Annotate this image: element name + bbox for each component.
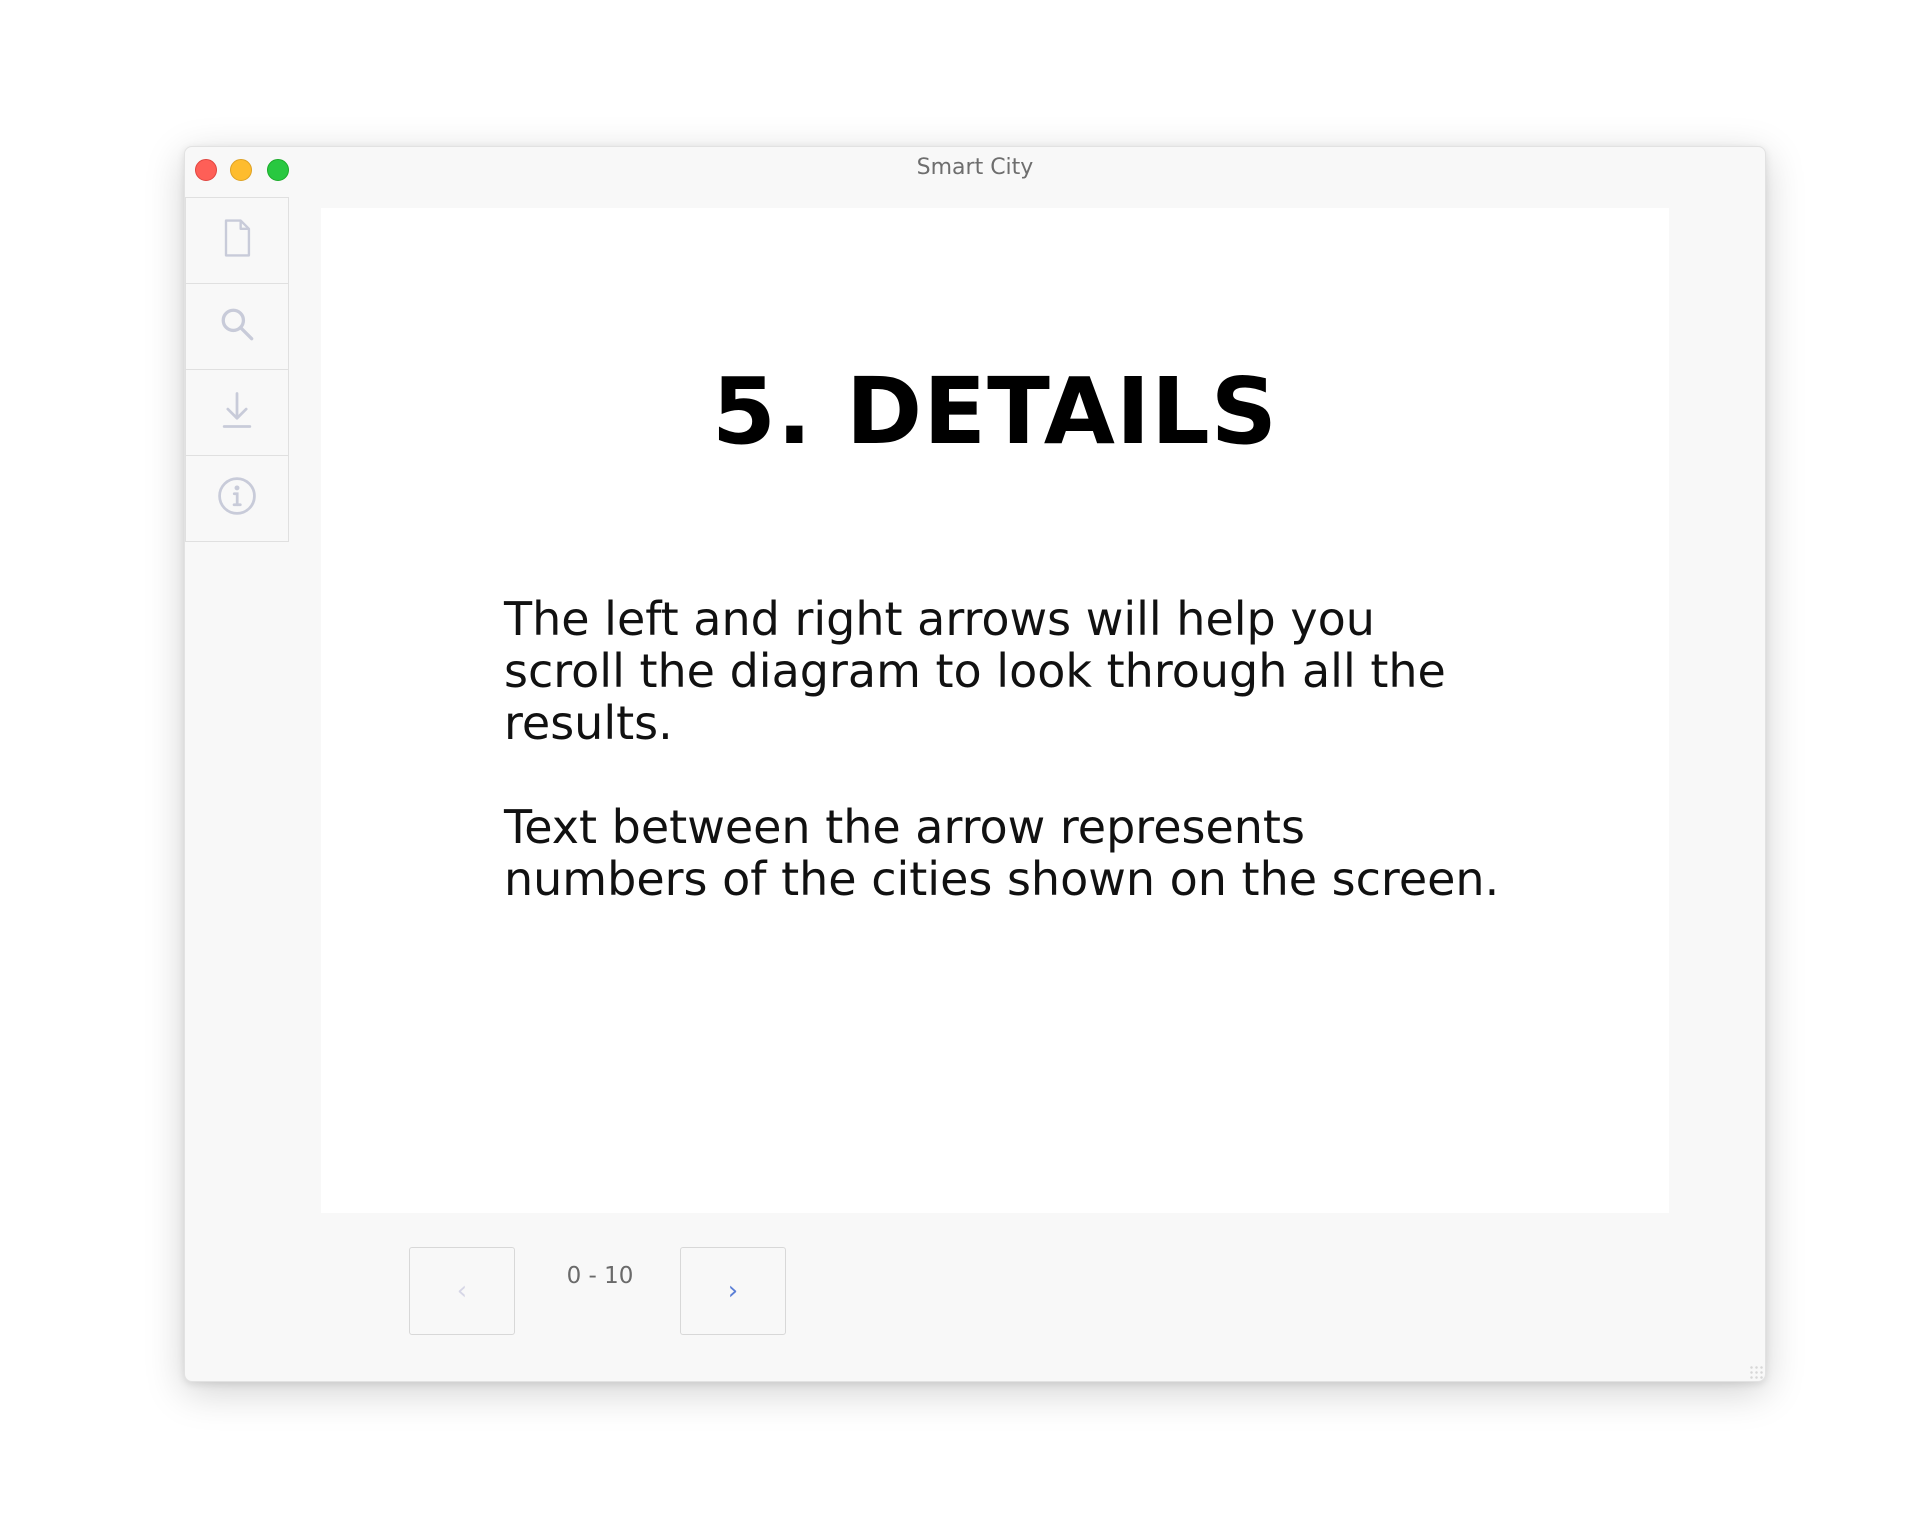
- chevron-left-icon: ‹: [456, 1276, 468, 1306]
- download-icon: [215, 388, 259, 437]
- slide-title: 5. DETAILS: [711, 358, 1279, 465]
- sidebar-item-download[interactable]: [185, 369, 289, 456]
- slide-body: The left and right arrows will help you …: [504, 593, 1504, 957]
- resize-grip[interactable]: [1749, 1365, 1763, 1379]
- previous-button[interactable]: ‹: [409, 1247, 515, 1335]
- window-title: Smart City: [916, 155, 1034, 180]
- app-window: Smart City 5. DETAILS The left and right…: [184, 146, 1766, 1382]
- slide-paragraph: Text between the arrow represents number…: [504, 800, 1500, 906]
- title-bar: Smart City: [185, 147, 1765, 191]
- next-button[interactable]: ›: [680, 1247, 786, 1335]
- chevron-right-icon: ›: [727, 1276, 739, 1306]
- slide-paragraph: The left and right arrows will help you …: [504, 592, 1446, 750]
- sidebar: [185, 197, 291, 542]
- pagination: ‹ 0 - 10 ›: [409, 1247, 809, 1335]
- page-range-label: 0 - 10: [566, 1263, 634, 1289]
- sidebar-item-search[interactable]: [185, 283, 289, 370]
- search-icon: [215, 302, 259, 351]
- document-icon: [215, 216, 259, 265]
- info-icon: [215, 474, 259, 523]
- sidebar-item-document[interactable]: [185, 197, 289, 284]
- sidebar-item-info[interactable]: [185, 455, 289, 542]
- slide-panel: 5. DETAILS The left and right arrows wil…: [321, 208, 1669, 1213]
